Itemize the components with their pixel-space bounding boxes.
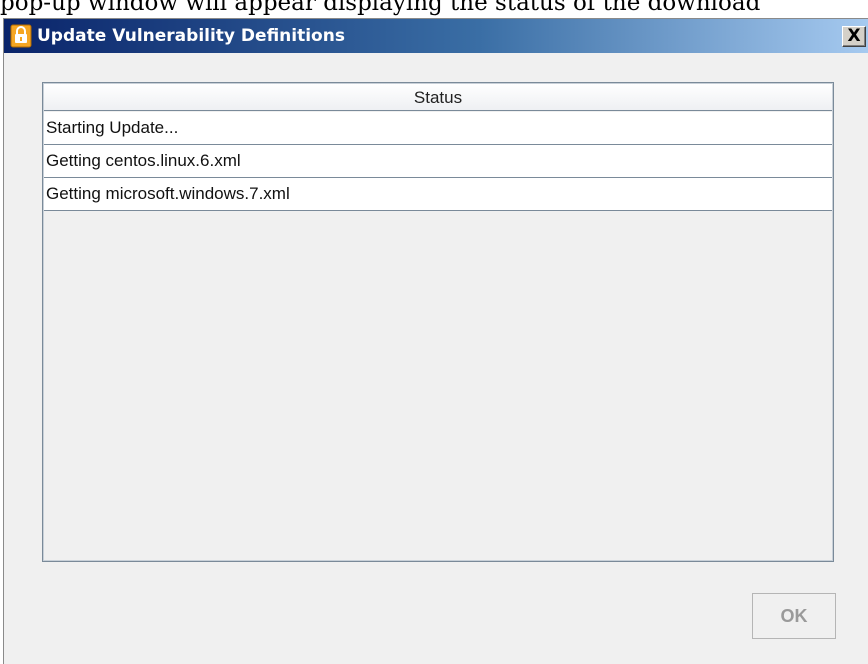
- close-button[interactable]: X: [842, 26, 866, 47]
- dialog-title: Update Vulnerability Definitions: [37, 26, 345, 46]
- page: pop-up window will appear displaying the…: [0, 0, 868, 664]
- status-table[interactable]: Status Starting Update... Getting centos…: [42, 82, 834, 562]
- table-row[interactable]: Getting centos.linux.6.xml: [44, 145, 832, 178]
- table-row[interactable]: Getting microsoft.windows.7.xml: [44, 178, 832, 211]
- ok-button[interactable]: OK: [752, 593, 836, 639]
- status-column-header[interactable]: Status: [44, 84, 832, 111]
- table-row[interactable]: Starting Update...: [44, 112, 832, 145]
- dialog-titlebar[interactable]: Update Vulnerability Definitions X: [4, 19, 868, 53]
- app-lock-icon: [10, 24, 32, 48]
- update-definitions-dialog: Update Vulnerability Definitions X Statu…: [3, 18, 868, 664]
